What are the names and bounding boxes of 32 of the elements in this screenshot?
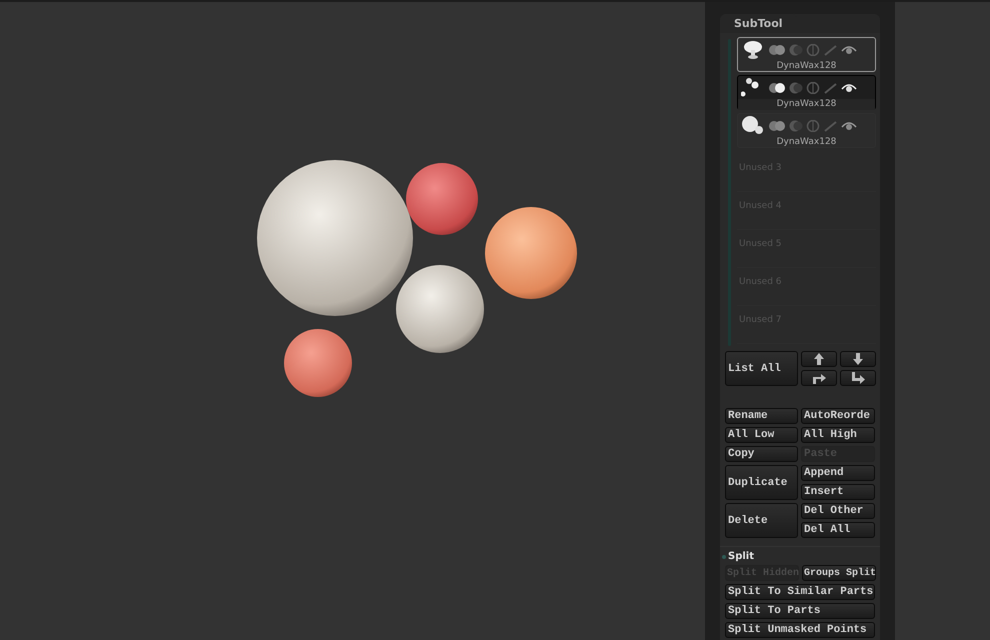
section-title[interactable]: Split bbox=[728, 551, 754, 562]
panel-button[interactable]: Split To Parts bbox=[725, 603, 875, 619]
subtool-name: DynaWax128 bbox=[776, 137, 838, 148]
subtool-name: DynaWax128 bbox=[776, 61, 838, 72]
panel-button[interactable]: Rename bbox=[725, 408, 798, 424]
panel-button[interactable]: Duplicate bbox=[725, 465, 798, 500]
arrow-down-icon bbox=[853, 353, 863, 365]
panel-button[interactable]: Insert bbox=[801, 484, 875, 500]
section-dot-icon bbox=[722, 554, 726, 558]
panel-button[interactable]: Split To Similar Parts bbox=[725, 584, 875, 600]
turn-right-button[interactable] bbox=[801, 370, 837, 386]
turn-down-right-button[interactable] bbox=[840, 370, 876, 386]
turn-arrow-icon bbox=[851, 372, 865, 384]
panel-button[interactable]: Del Other bbox=[801, 503, 875, 519]
panel-button[interactable]: AutoReorde bbox=[801, 408, 875, 424]
panel-button[interactable]: All High bbox=[801, 427, 875, 443]
move-up-button[interactable] bbox=[801, 351, 837, 367]
panel-button[interactable]: Copy bbox=[725, 446, 798, 462]
panel-button[interactable]: Split Unmasked Points bbox=[725, 622, 875, 638]
turn-arrow-icon bbox=[812, 372, 826, 384]
arrow-up-icon bbox=[814, 353, 824, 365]
list-all-button[interactable]: List All bbox=[725, 351, 798, 386]
circles-icon[interactable] bbox=[769, 82, 785, 94]
subtool-item[interactable]: DynaWax128 bbox=[737, 75, 876, 110]
move-down-button[interactable] bbox=[840, 351, 876, 367]
subtool-name: DynaWax128 bbox=[738, 99, 875, 110]
eye-icon[interactable] bbox=[841, 82, 857, 94]
panel-button[interactable]: All Low bbox=[725, 427, 798, 443]
panel-button[interactable]: Append bbox=[801, 465, 875, 481]
panel-button[interactable]: Delete bbox=[725, 503, 798, 538]
panel-button[interactable]: Groups Split bbox=[802, 565, 876, 581]
panel-button[interactable]: Del All bbox=[801, 522, 875, 538]
